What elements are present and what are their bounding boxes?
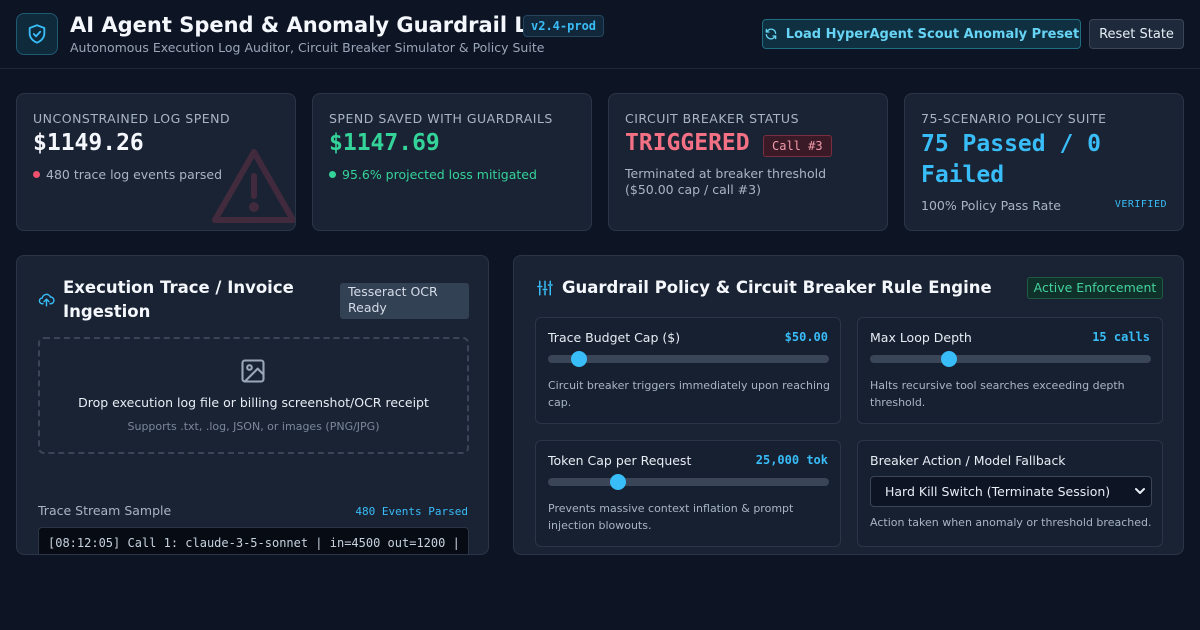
cloud-upload-icon	[38, 293, 55, 307]
reset-state-button[interactable]: Reset State	[1089, 19, 1184, 49]
file-dropzone[interactable]: Drop execution log file or billing scree…	[38, 337, 469, 454]
policy-label: 75-SCENARIO POLICY SUITE	[921, 111, 1107, 126]
budget-cap-value: $50.00	[784, 330, 828, 344]
loop-depth-value: 15 calls	[1092, 330, 1150, 344]
refresh-icon	[765, 28, 777, 40]
policy-value: 75 Passed / 0 Failed	[921, 129, 1101, 191]
chevron-down-icon	[1135, 488, 1145, 494]
spend-sub: 480 trace log events parsed	[33, 167, 222, 182]
breaker-desc: Terminated at breaker threshold ($50.00 …	[625, 166, 827, 197]
budget-cap-slider[interactable]	[548, 351, 829, 367]
slider-thumb[interactable]	[610, 474, 627, 490]
budget-cap-control: Trace Budget Cap ($) $50.00 Circuit brea…	[535, 317, 841, 424]
version-badge: v2.4-prod	[523, 15, 605, 37]
rule-engine-title: Guardrail Policy & Circuit Breaker Rule …	[562, 278, 992, 297]
app-header: AI Agent Spend & Anomaly Guardrail Lab v…	[0, 0, 1200, 69]
ocr-status-badge: Tesseract OCR Ready	[340, 283, 469, 319]
app-title: AI Agent Spend & Anomaly Guardrail Lab	[70, 13, 557, 37]
load-preset-label: Load HyperAgent Scout Anomaly Preset	[785, 26, 1080, 42]
status-dot	[33, 171, 40, 178]
load-preset-button[interactable]: Load HyperAgent Scout Anomaly Preset	[762, 19, 1081, 49]
call-badge: Call #3	[763, 135, 832, 157]
spend-saved-card: SPEND SAVED WITH GUARDRAILS $1147.69 95.…	[312, 93, 592, 231]
breaker-action-control: Breaker Action / Model Fallback Hard Kil…	[857, 440, 1163, 547]
dropzone-formats: Supports .txt, .log, JSON, or images (PN…	[127, 420, 380, 433]
breaker-action-desc: Action taken when anomaly or threshold b…	[870, 516, 1152, 529]
breaker-status: TRIGGERED	[625, 130, 750, 156]
saved-sub-text: 95.6% projected loss mitigated	[342, 167, 537, 182]
token-cap-value: 25,000 tok	[755, 453, 828, 467]
policy-value-line1: 75 Passed / 0	[921, 131, 1102, 157]
saved-sub: 95.6% projected loss mitigated	[329, 167, 537, 182]
spend-value: $1149.26	[33, 130, 144, 156]
policy-sub: 100% Policy Pass Rate	[921, 198, 1061, 213]
budget-cap-label: Trace Budget Cap ($)	[548, 330, 681, 345]
enforcement-status-badge: Active Enforcement	[1027, 277, 1163, 299]
loop-depth-desc: Halts recursive tool searches exceeding …	[870, 379, 1125, 409]
status-dot	[329, 171, 336, 178]
policy-value-line2: Failed	[921, 162, 1005, 188]
trace-stream-label: Trace Stream Sample	[38, 503, 172, 518]
breaker-action-select[interactable]: Hard Kill Switch (Terminate Session)	[870, 476, 1152, 507]
unconstrained-spend-card: UNCONSTRAINED LOG SPEND $1149.26 480 tra…	[16, 93, 296, 231]
budget-cap-desc: Circuit breaker triggers immediately upo…	[548, 379, 830, 409]
saved-value: $1147.69	[329, 130, 440, 156]
breaker-action-selected: Hard Kill Switch (Terminate Session)	[885, 484, 1111, 499]
token-cap-desc: Prevents massive context inflation & pro…	[548, 502, 794, 532]
circuit-breaker-card: CIRCUIT BREAKER STATUS TRIGGERED Call #3…	[608, 93, 888, 231]
saved-label: SPEND SAVED WITH GUARDRAILS	[329, 111, 553, 126]
slider-thumb[interactable]	[940, 351, 957, 367]
policy-suite-card: 75-SCENARIO POLICY SUITE 75 Passed / 0 F…	[904, 93, 1184, 231]
verified-badge: VERIFIED	[1114, 199, 1167, 210]
sliders-icon	[537, 280, 553, 296]
slider-thumb[interactable]	[570, 351, 587, 367]
breaker-label: CIRCUIT BREAKER STATUS	[625, 111, 800, 126]
token-cap-control: Token Cap per Request 25,000 tok Prevent…	[535, 440, 841, 547]
token-cap-slider[interactable]	[548, 474, 829, 490]
spend-sub-text: 480 trace log events parsed	[46, 167, 223, 182]
app-subtitle: Autonomous Execution Log Auditor, Circui…	[70, 40, 545, 55]
loop-depth-label: Max Loop Depth	[870, 330, 972, 345]
breaker-action-label: Breaker Action / Model Fallback	[870, 453, 1066, 468]
dropzone-instructions: Drop execution log file or billing scree…	[78, 395, 429, 410]
image-icon	[241, 359, 265, 383]
spend-label: UNCONSTRAINED LOG SPEND	[33, 111, 231, 126]
loop-depth-control: Max Loop Depth 15 calls Halts recursive …	[857, 317, 1163, 424]
rule-engine-panel: Guardrail Policy & Circuit Breaker Rule …	[513, 255, 1184, 555]
shield-check-icon	[16, 13, 58, 55]
trace-event-count: 480 Events Parsed	[355, 505, 468, 518]
loop-depth-slider[interactable]	[870, 351, 1151, 367]
token-cap-label: Token Cap per Request	[548, 453, 692, 468]
ingestion-title: Execution Trace / Invoice Ingestion	[63, 276, 294, 324]
warning-icon	[212, 149, 295, 223]
ingestion-panel: Execution Trace / Invoice Ingestion Tess…	[16, 255, 489, 555]
ingestion-title-line1: Execution Trace / Invoice	[63, 278, 294, 297]
trace-stream-log[interactable]: [08:12:05] Call 1: claude-3-5-sonnet | i…	[38, 527, 469, 554]
ingestion-title-line2: Ingestion	[63, 302, 151, 321]
